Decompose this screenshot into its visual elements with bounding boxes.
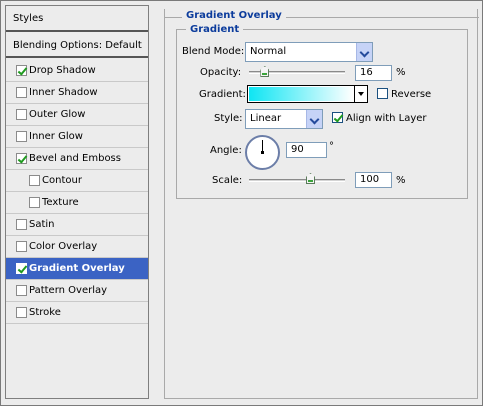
style-item-label: Pattern Overlay	[29, 285, 108, 296]
scale-slider-track[interactable]	[249, 179, 345, 182]
angle-value: 90	[291, 144, 304, 155]
align-label: Align with Layer	[346, 113, 427, 124]
chevron-down-icon[interactable]	[356, 43, 372, 61]
blending-options-label: Blending Options: Default	[13, 40, 142, 51]
style-item[interactable]: Drop Shadow	[6, 60, 148, 82]
angle-label: Angle:	[210, 145, 242, 156]
style-item-label: Satin	[29, 219, 55, 230]
chevron-down-icon[interactable]	[306, 110, 322, 128]
reverse-label: Reverse	[391, 89, 432, 100]
checkbox-icon[interactable]	[16, 109, 27, 120]
scale-input[interactable]: 100	[355, 172, 392, 188]
style-item[interactable]: Satin	[6, 214, 148, 236]
style-item[interactable]: Stroke	[6, 302, 148, 324]
style-item[interactable]: Gradient Overlay	[6, 258, 148, 280]
opacity-label: Opacity:	[200, 67, 242, 78]
angle-hub	[261, 151, 264, 154]
checkbox-icon[interactable]	[332, 112, 343, 123]
opacity-unit: %	[396, 67, 406, 78]
style-item-label: Inner Shadow	[29, 87, 98, 98]
angle-dial-icon[interactable]	[245, 135, 280, 170]
scale-unit: %	[396, 175, 406, 186]
chevron-down-icon[interactable]	[354, 86, 367, 102]
style-item-label: Texture	[42, 197, 79, 208]
checkbox-icon[interactable]	[377, 88, 388, 99]
gradient-picker[interactable]	[247, 85, 368, 103]
layer-style-dialog: Styles Blending Options: Default Drop Sh…	[0, 0, 483, 406]
style-item[interactable]: Bevel and Emboss	[6, 148, 148, 170]
style-item[interactable]: Texture	[6, 192, 148, 214]
checkbox-icon[interactable]	[29, 175, 40, 186]
checkbox-icon[interactable]	[16, 307, 27, 318]
checkbox-icon[interactable]	[16, 285, 27, 296]
style-item[interactable]: Inner Shadow	[6, 82, 148, 104]
style-item-label: Stroke	[29, 307, 61, 318]
style-select[interactable]: Linear	[245, 109, 323, 129]
blend-mode-label: Blend Mode:	[182, 46, 245, 57]
styles-header[interactable]: Styles	[6, 6, 148, 32]
style-item-label: Bevel and Emboss	[29, 153, 121, 164]
scale-value: 100	[360, 174, 380, 185]
style-item-label: Inner Glow	[29, 131, 83, 142]
style-value: Linear	[250, 113, 282, 124]
subgroup-title: Gradient	[186, 24, 244, 35]
style-label: Style:	[214, 113, 243, 124]
opacity-input[interactable]: 16	[355, 65, 392, 81]
blending-options-default[interactable]: Blending Options: Default	[6, 34, 148, 58]
checkbox-icon[interactable]	[16, 263, 27, 274]
blend-mode-select[interactable]: Normal	[245, 42, 373, 62]
scale-label: Scale:	[212, 175, 243, 186]
style-item-label: Contour	[42, 175, 82, 186]
checkbox-icon[interactable]	[16, 219, 27, 230]
style-item[interactable]: Contour	[6, 170, 148, 192]
style-item-label: Drop Shadow	[29, 65, 96, 76]
blend-mode-value: Normal	[250, 46, 287, 57]
checkbox-icon[interactable]	[16, 153, 27, 164]
checkbox-icon[interactable]	[29, 197, 40, 208]
gradient-label: Gradient:	[199, 89, 246, 100]
style-item-label: Color Overlay	[29, 241, 98, 252]
styles-list: Styles Blending Options: Default Drop Sh…	[5, 5, 149, 399]
group-title: Gradient Overlay	[182, 10, 286, 21]
style-item[interactable]: Inner Glow	[6, 126, 148, 148]
gradient-preview[interactable]	[249, 87, 353, 101]
styles-header-label: Styles	[13, 13, 44, 24]
opacity-value: 16	[360, 67, 373, 78]
style-item[interactable]: Outer Glow	[6, 104, 148, 126]
checkbox-icon[interactable]	[16, 87, 27, 98]
checkbox-icon[interactable]	[16, 241, 27, 252]
angle-input[interactable]: 90	[286, 142, 327, 158]
angle-unit: °	[329, 141, 334, 152]
checkbox-icon[interactable]	[16, 131, 27, 142]
checkbox-icon[interactable]	[16, 65, 27, 76]
style-item[interactable]: Pattern Overlay	[6, 280, 148, 302]
style-item[interactable]: Color Overlay	[6, 236, 148, 258]
style-item-label: Gradient Overlay	[29, 263, 125, 274]
style-item-label: Outer Glow	[29, 109, 86, 120]
